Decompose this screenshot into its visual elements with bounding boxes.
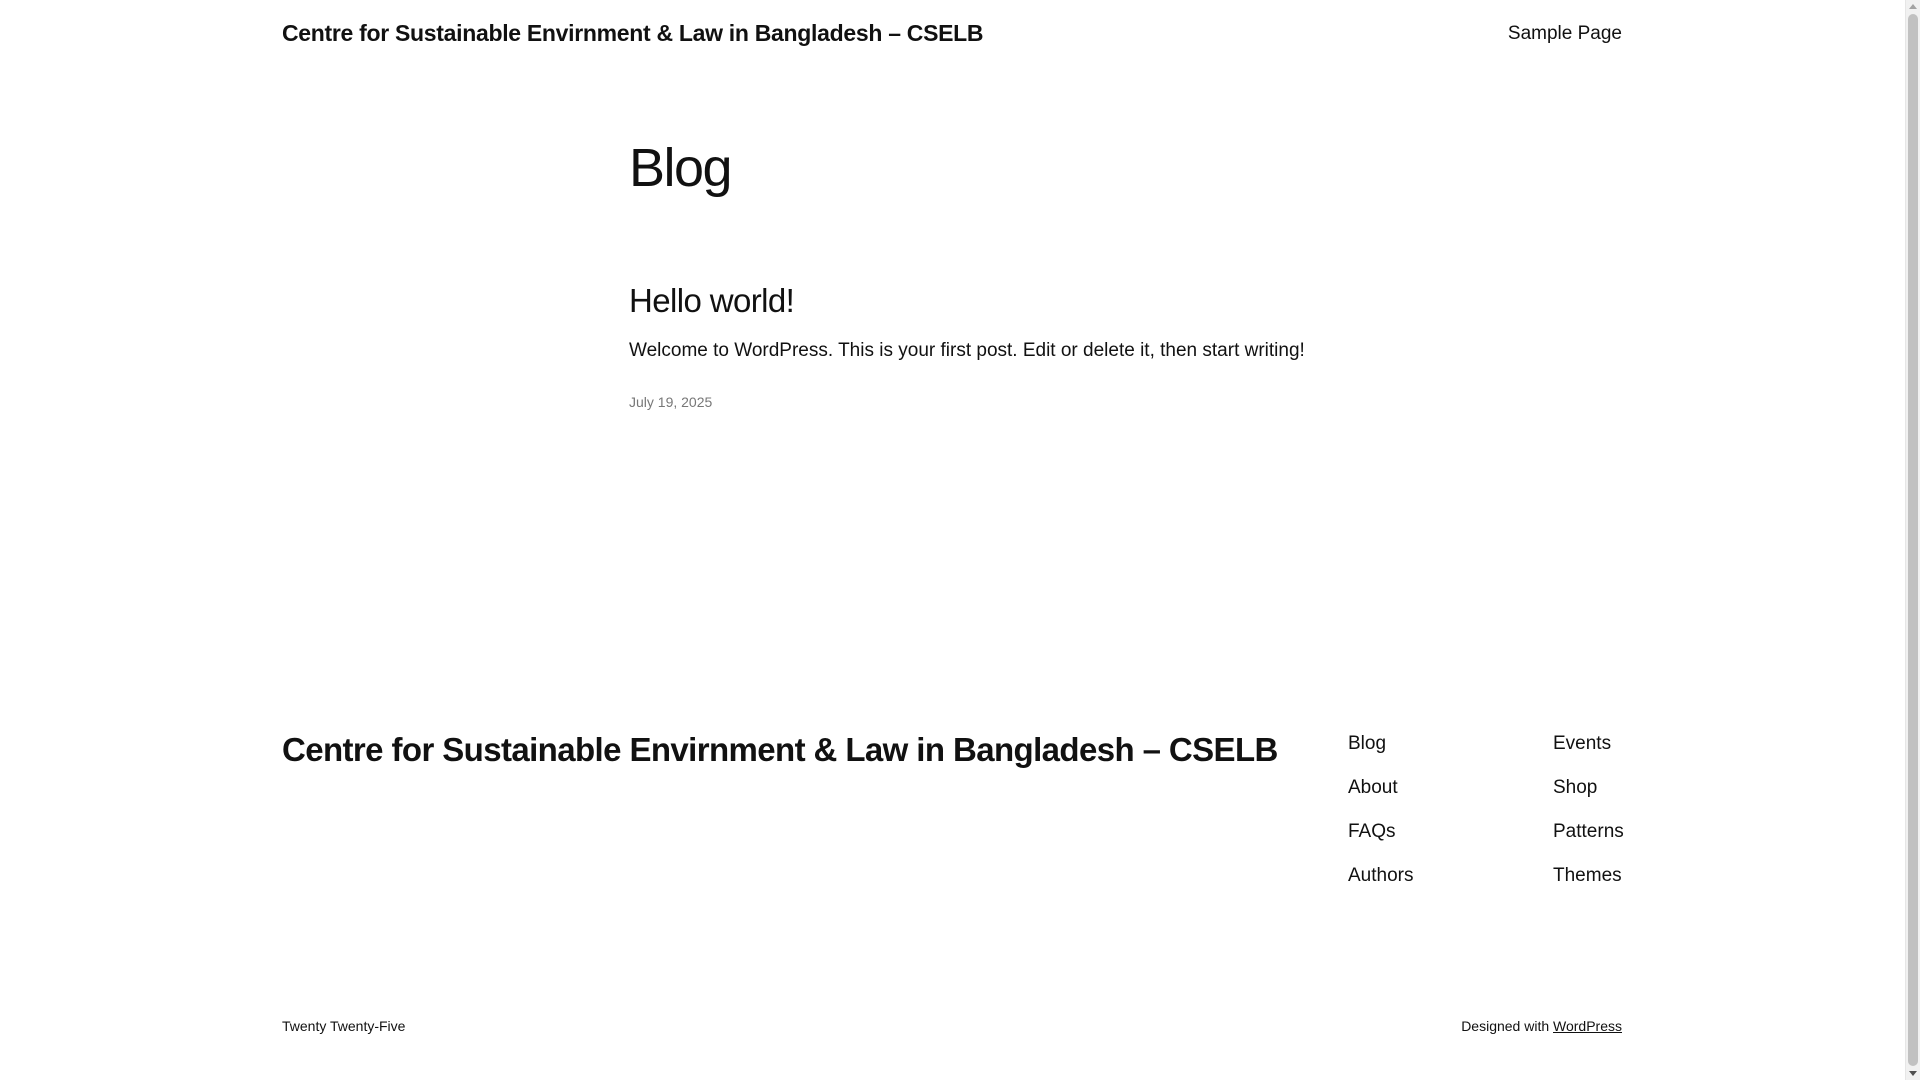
- footer-link-blog[interactable]: Blog: [1348, 728, 1413, 772]
- page-title: Blog: [629, 138, 733, 198]
- footer-nav-column-2: Events Shop Patterns Themes: [1553, 728, 1624, 904]
- footer-link-themes[interactable]: Themes: [1553, 860, 1624, 904]
- footer-link-events[interactable]: Events: [1553, 728, 1624, 772]
- designed-with-text: Designed with: [1461, 1018, 1550, 1034]
- footer-link-about[interactable]: About: [1348, 772, 1413, 816]
- post-excerpt: Welcome to WordPress. This is your first…: [629, 340, 1305, 361]
- header-nav: Sample Page: [1508, 23, 1622, 45]
- scrollbar-thumb[interactable]: [1908, 14, 1918, 1066]
- footer-link-patterns[interactable]: Patterns: [1553, 816, 1624, 860]
- vertical-scrollbar[interactable]: [1905, 0, 1920, 1080]
- designed-with-credit: Designed with WordPress: [1461, 1018, 1622, 1034]
- page: Centre for Sustainable Envirnment & Law …: [0, 0, 1905, 1080]
- wordpress-link[interactable]: WordPress: [1553, 1018, 1622, 1034]
- post-title-link[interactable]: Hello world!: [629, 280, 795, 322]
- footer-site-title-link[interactable]: Centre for Sustainable Envirnment & Law …: [282, 728, 1278, 772]
- post-date: July 19, 2025: [629, 394, 713, 410]
- footer-link-faqs[interactable]: FAQs: [1348, 816, 1413, 860]
- scroll-down-arrow-icon[interactable]: [1909, 1071, 1917, 1076]
- footer-link-shop[interactable]: Shop: [1553, 772, 1624, 816]
- nav-item-sample-page[interactable]: Sample Page: [1508, 23, 1622, 44]
- theme-credit: Twenty Twenty-Five: [282, 1018, 406, 1034]
- scroll-up-arrow-icon[interactable]: [1909, 4, 1917, 9]
- footer-link-authors[interactable]: Authors: [1348, 860, 1413, 904]
- footer-nav-column-1: Blog About FAQs Authors: [1348, 728, 1413, 904]
- site-title-link[interactable]: Centre for Sustainable Envirnment & Law …: [282, 20, 984, 47]
